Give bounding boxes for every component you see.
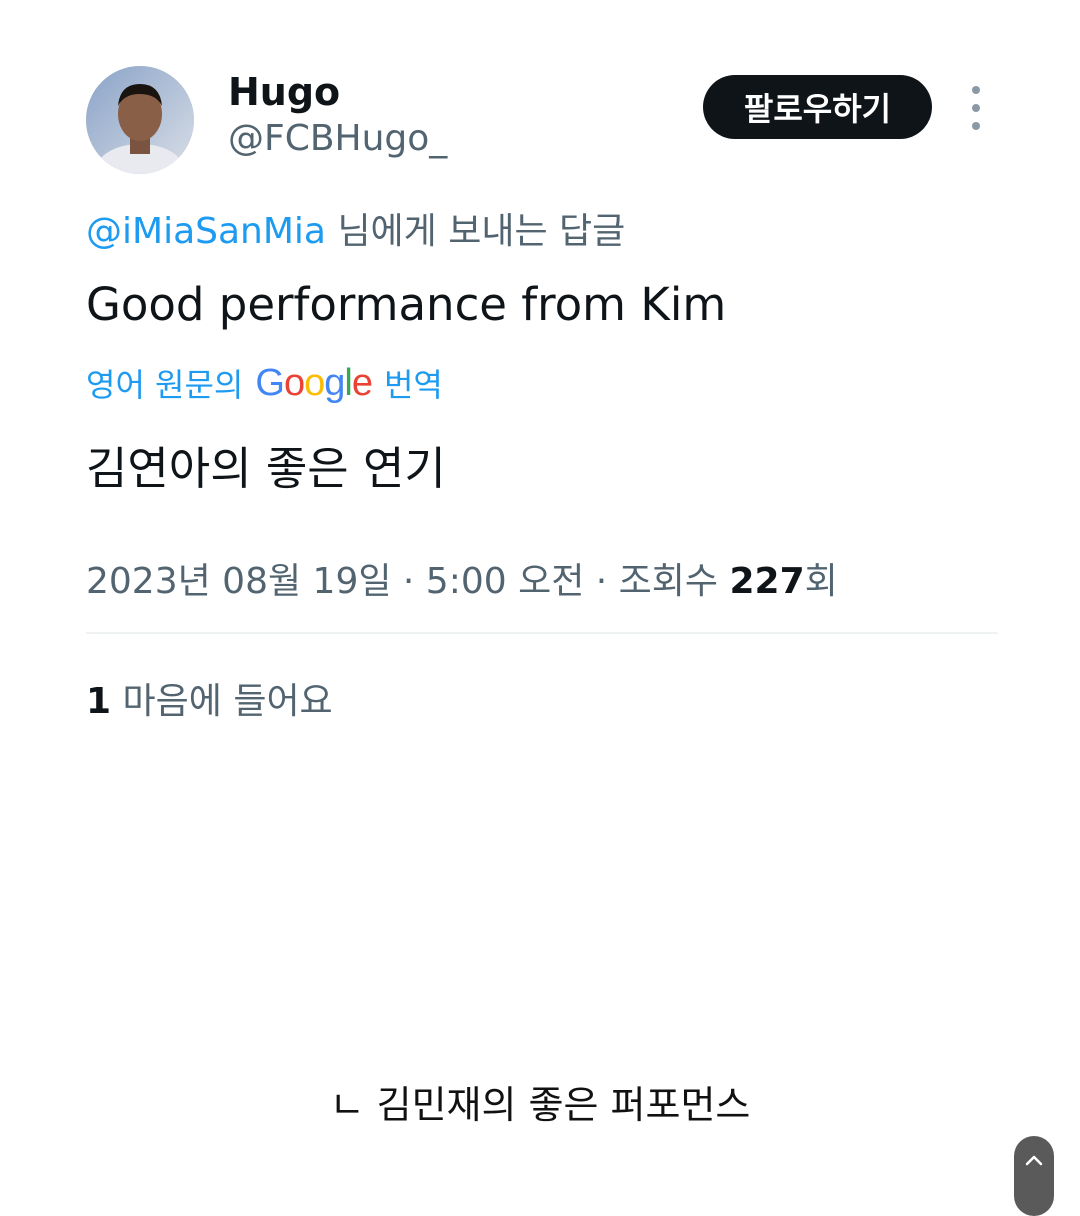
- user-handle[interactable]: @FCBHugo_: [228, 118, 447, 159]
- more-dot: [972, 122, 980, 130]
- likes-label: 마음에 들어요: [122, 681, 333, 722]
- reply-suffix: 님에게 보내는 답글: [337, 211, 626, 252]
- more-dot: [972, 86, 980, 94]
- translation-attribution[interactable]: 영어 원문의 Google 번역: [86, 360, 443, 406]
- caption: ㄴ 김민재의 좋은 퍼포먼스: [329, 1083, 751, 1127]
- likes-summary[interactable]: 1 마음에 들어요: [86, 672, 333, 724]
- views-count: 227: [729, 561, 805, 602]
- timestamp[interactable]: 2023년 08월 19일 · 5:00 오전 · 조회수: [86, 561, 718, 602]
- google-logo: Google: [255, 361, 373, 404]
- reply-context: @iMiaSanMia 님에게 보내는 답글: [86, 202, 625, 254]
- more-dot: [972, 104, 980, 112]
- tweet-metadata: 2023년 08월 19일 · 5:00 오전 · 조회수 227회: [86, 552, 838, 604]
- follow-button[interactable]: 팔로우하기: [703, 75, 932, 139]
- chevron-up-icon: [1025, 1155, 1043, 1166]
- display-name[interactable]: Hugo: [228, 70, 340, 114]
- more-options-icon[interactable]: [958, 86, 994, 130]
- translate-suffix: 번역: [383, 366, 443, 404]
- avatar-photo-icon: [86, 66, 194, 174]
- avatar[interactable]: [86, 66, 194, 174]
- scroll-top-button[interactable]: [1014, 1136, 1054, 1216]
- views-suffix: 회: [804, 561, 838, 602]
- tweet-text: Good performance from Kim: [86, 278, 727, 331]
- reply-mention-link[interactable]: @iMiaSanMia: [86, 211, 326, 252]
- divider: [86, 632, 998, 634]
- translated-text: 김연아의 좋은 연기: [86, 442, 446, 495]
- translate-prefix: 영어 원문의: [86, 366, 244, 404]
- likes-count: 1: [86, 681, 112, 722]
